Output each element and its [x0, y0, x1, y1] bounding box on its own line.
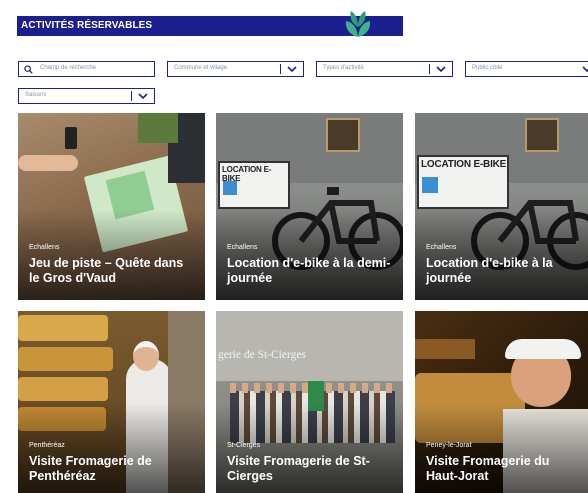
card-title[interactable]: Location d'e-bike à la journée	[426, 256, 580, 286]
commune-select[interactable]: Commune et village	[167, 61, 304, 77]
select-divider	[131, 91, 132, 101]
select-divider	[280, 64, 281, 74]
leaf-logo-icon	[345, 11, 371, 37]
activity-type-select[interactable]: Types d'activité	[316, 61, 453, 77]
commune-placeholder: Commune et village	[174, 65, 228, 71]
cheese-shelf-photo	[18, 377, 108, 401]
card-shade	[415, 210, 588, 300]
season-select[interactable]: Saisons	[18, 88, 155, 104]
card-location: Echallens	[29, 244, 60, 251]
card-location: Echallens	[227, 244, 258, 251]
activity-card[interactable]: gerie de St-Cierges St-Cierges Visite Fr…	[216, 311, 403, 493]
card-location: Peney-le-Jorat	[426, 442, 472, 449]
activity-card[interactable]: LOCATION E-BIKE Echallens Location d'e-b…	[216, 113, 403, 300]
chevron-down-icon[interactable]	[436, 64, 446, 74]
card-location: Echallens	[426, 244, 457, 251]
page-title: ACTIVITÉS RÉSERVABLES	[21, 20, 153, 31]
card-location: Penthéréaz	[29, 442, 65, 449]
search-placeholder: Champ de recherche	[40, 65, 97, 71]
activity-card[interactable]: Peney-le-Jorat Visite Fromagerie du Haut…	[415, 311, 588, 493]
search-icon	[24, 65, 33, 74]
activity-type-placeholder: Types d'activité	[323, 65, 364, 71]
window-photo	[525, 118, 559, 152]
shop-sign-text: gerie de St-Cierges	[218, 349, 306, 361]
window-photo	[326, 118, 360, 152]
season-placeholder: Saisons	[25, 92, 47, 98]
activity-card[interactable]: LOCATION E-BIKE Echallens Location d'e-b…	[415, 113, 588, 300]
public-placeholder: Public cible	[472, 65, 503, 71]
shop-facade-photo	[216, 311, 403, 381]
cheese-shelf-photo	[18, 347, 113, 371]
tree-photo	[138, 113, 178, 143]
activity-card[interactable]: Penthéréaz Visite Fromagerie de Penthéré…	[18, 311, 205, 493]
ebike-sign-text: LOCATION E-BIKE	[421, 159, 507, 170]
card-shade	[216, 210, 403, 300]
chevron-down-icon[interactable]	[138, 91, 148, 101]
search-input[interactable]: Champ de recherche	[18, 61, 155, 77]
card-title[interactable]: Jeu de piste – Quête dans le Gros d'Vaud	[29, 256, 197, 286]
card-title[interactable]: Visite Fromagerie de Penthéréaz	[29, 454, 197, 484]
activity-card[interactable]: Echallens Jeu de piste – Quête dans le G…	[18, 113, 205, 300]
select-divider	[429, 64, 430, 74]
public-select[interactable]: Public cible	[465, 61, 588, 77]
chevron-down-icon[interactable]	[582, 64, 588, 74]
chevron-down-icon[interactable]	[287, 64, 297, 74]
card-shade	[18, 210, 205, 300]
hand-photo	[18, 155, 78, 171]
cap-photo	[505, 339, 581, 359]
cheese-shelf-photo	[415, 339, 475, 359]
card-title[interactable]: Visite Fromagerie du Haut-Jorat	[426, 454, 580, 484]
card-title[interactable]: Visite Fromagerie de St-Cierges	[227, 454, 395, 484]
card-title[interactable]: Location d'e-bike à la demi-journée	[227, 256, 395, 286]
sign-logo	[422, 177, 438, 193]
sign-logo	[223, 181, 237, 195]
phone-photo	[65, 127, 77, 149]
cheese-shelf-photo	[18, 315, 108, 341]
cheesemaker-head-photo	[133, 341, 159, 371]
card-location: St-Cierges	[227, 442, 261, 449]
